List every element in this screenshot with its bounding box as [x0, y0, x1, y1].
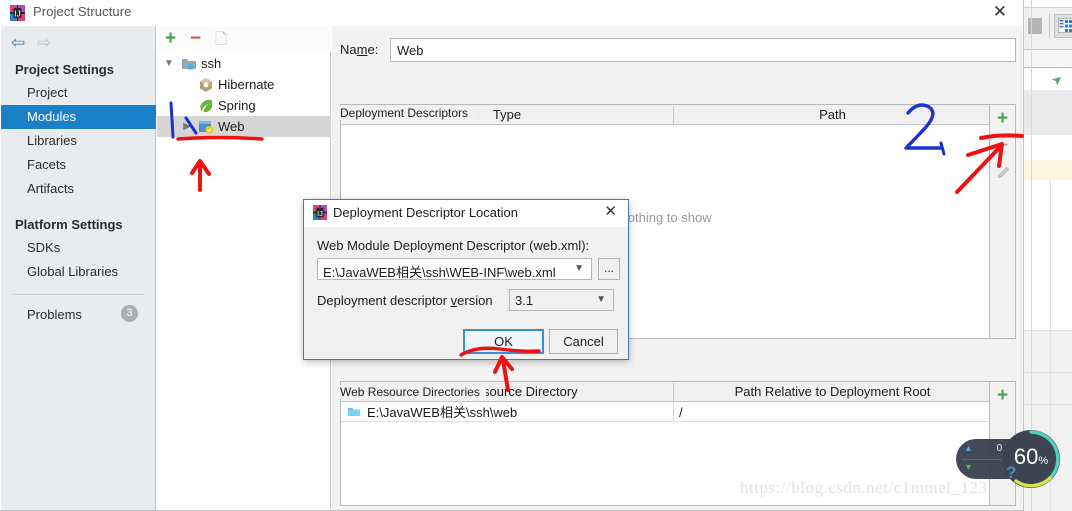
cell-path-relative: / [679, 405, 683, 420]
module-folder-icon [182, 59, 196, 70]
gauge-value: 60 [1013, 444, 1039, 469]
tree-node-web[interactable]: ▶ Web [157, 116, 331, 137]
sidebar-item-libraries[interactable]: Libraries [1, 129, 156, 153]
folder-icon [347, 408, 361, 416]
tree-node-hibernate-label: Hibernate [218, 77, 275, 92]
descriptor-path-value: E:\JavaWEB相关\ssh\WEB-INF\web.xml [323, 265, 556, 280]
problems-count-badge: 3 [121, 305, 138, 322]
window-titlebar: IJ Project Structure ✕ [0, 0, 1023, 26]
svg-text:IJ: IJ [14, 10, 20, 19]
intellij-idea-icon: IJ [10, 5, 25, 21]
bg-rule-a [1020, 330, 1072, 331]
question-mark-icon[interactable]: ? [1006, 463, 1016, 483]
arrow-right-icon[interactable]: ⇨ [37, 33, 51, 53]
dialog-title: Deployment Descriptor Location [333, 205, 518, 220]
tree-node-ssh[interactable]: ▼ ssh [157, 53, 331, 74]
bg-gray-band [1020, 90, 1072, 135]
web-facet-icon [199, 121, 214, 134]
deployment-descriptors-toolbar: + − [990, 104, 1016, 339]
intellij-idea-icon: IJ [313, 205, 327, 220]
hibernate-icon [200, 78, 212, 92]
sidebar-item-artifacts[interactable]: Artifacts [1, 177, 156, 201]
module-tree-toolbar: + − 🗋 [157, 26, 331, 52]
deployment-descriptors-title: Deployment Descriptors [340, 106, 475, 120]
bg-titlebar-strip [1020, 0, 1072, 8]
bg-toolbar-divider [1049, 14, 1050, 38]
bg-editor-area-2 [1020, 135, 1072, 160]
tree-node-web-label: Web [218, 119, 245, 134]
browse-button[interactable]: ... [598, 258, 620, 280]
dialog-titlebar: IJ Deployment Descriptor Location ✕ [304, 200, 628, 227]
edit-deployment-descriptor-button[interactable] [990, 159, 1015, 186]
navigation-arrows: ⇦ ⇨ [9, 30, 69, 54]
copy-module-icon[interactable]: 🗋 [215, 30, 227, 50]
sidebar-divider [13, 294, 144, 295]
add-web-resource-directory-button[interactable]: + [990, 382, 1015, 409]
remove-module-button[interactable]: − [190, 29, 201, 49]
bg-rule-c [1020, 404, 1072, 405]
window-close-button[interactable]: ✕ [993, 3, 1007, 21]
sidebar-item-problems[interactable]: Problems 3 [1, 303, 156, 326]
window-title: Project Structure [33, 4, 132, 19]
sidebar-group-project-settings: Project Settings [15, 62, 114, 77]
chevron-down-icon[interactable]: ▼ [161, 53, 177, 74]
sidebar-item-sdks[interactable]: SDKs [1, 236, 156, 260]
sidebar-item-problems-label: Problems [27, 307, 82, 322]
chevron-down-icon: ▼ [596, 294, 606, 305]
spring-leaf-icon [200, 99, 213, 113]
sidebar-item-modules[interactable]: Modules [1, 105, 156, 129]
sidebar-item-project[interactable]: Project [1, 81, 156, 105]
screen-root: ➤ IJ Project Structure ✕ ⇦ ⇨ Project Set… [0, 0, 1072, 511]
column-header-path-relative[interactable]: Path Relative to Deployment Root [674, 382, 991, 401]
module-name-input[interactable] [390, 38, 1016, 62]
svg-text:IJ: IJ [317, 209, 323, 218]
chevron-down-icon: ▼ [574, 263, 584, 274]
gauge-unit: % [1038, 455, 1049, 467]
column-header-path[interactable]: Path [674, 105, 991, 124]
descriptor-version-label: Deployment descriptor version [317, 293, 493, 308]
module-name-row: Name: [340, 38, 1016, 62]
tree-node-hibernate[interactable]: Hibernate [157, 74, 331, 95]
settings-sidebar: ⇦ ⇨ Project Settings Project Modules Lib… [1, 26, 156, 510]
bg-editor-area-3 [1020, 180, 1072, 330]
descriptor-path-label: Web Module Deployment Descriptor (web.xm… [317, 238, 590, 253]
sidebar-group-platform-settings: Platform Settings [15, 217, 123, 232]
cancel-button[interactable]: Cancel [549, 329, 618, 354]
arrow-down-icon: ▼ [964, 462, 973, 472]
cell-web-resource-directory: E:\JavaWEB相关\ssh\web [367, 405, 518, 420]
database-grid-icon [1058, 18, 1072, 33]
dialog-close-button[interactable]: ✕ [604, 204, 617, 220]
sidebar-item-global-libraries[interactable]: Global Libraries [1, 260, 156, 284]
watermark-text: https://blog.csdn.net/c1mmei_123 [740, 478, 988, 497]
descriptor-path-combobox[interactable]: E:\JavaWEB相关\ssh\WEB-INF\web.xml ▼ [317, 258, 592, 280]
module-name-label: Name: [340, 42, 379, 57]
arrow-left-icon[interactable]: ⇦ [11, 33, 25, 53]
tree-node-spring[interactable]: Spring [157, 95, 331, 116]
table-row[interactable]: E:\JavaWEB相关\ssh\web / [341, 403, 989, 422]
bg-secondary-bar [1020, 50, 1072, 68]
descriptor-version-value: 3.1 [515, 293, 534, 308]
sidebar-item-facets[interactable]: Facets [1, 153, 156, 177]
chevron-right-icon[interactable]: ▶ [179, 116, 195, 137]
deployment-descriptor-location-dialog: IJ Deployment Descriptor Location ✕ Web … [303, 199, 629, 360]
web-resource-directories-title: Web Resource Directories [340, 385, 486, 399]
pencil-icon [997, 166, 1009, 178]
add-deployment-descriptor-button[interactable]: + [990, 105, 1015, 132]
arrow-up-icon: ▲ [964, 443, 973, 453]
descriptor-version-combobox[interactable]: 3.1 ▼ [509, 289, 614, 311]
tree-node-spring-label: Spring [218, 98, 256, 113]
ok-button[interactable]: OK [463, 329, 544, 354]
bg-rule-b [1020, 372, 1072, 373]
bg-highlight-band [1020, 160, 1072, 180]
remove-deployment-descriptor-button[interactable]: − [990, 132, 1015, 159]
tree-node-ssh-label: ssh [201, 56, 222, 71]
row-divider [673, 403, 674, 422]
add-module-button[interactable]: + [165, 29, 176, 49]
